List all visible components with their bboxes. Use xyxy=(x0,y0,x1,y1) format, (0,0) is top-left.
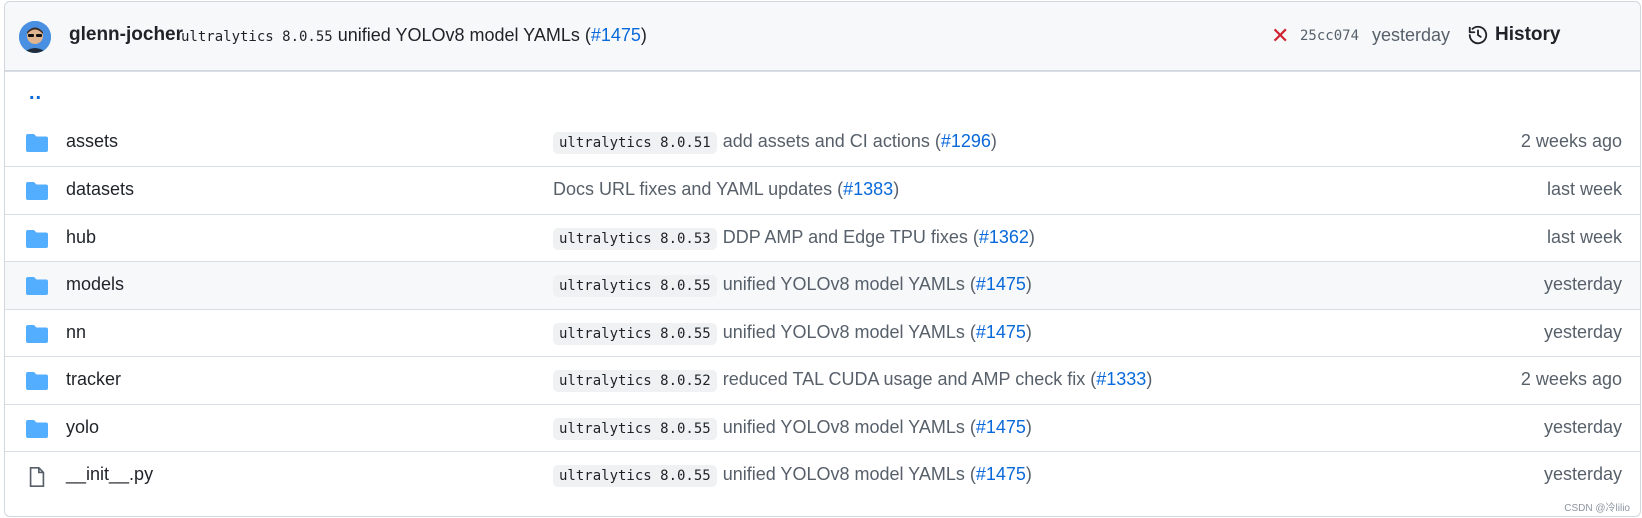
history-label: History xyxy=(1495,24,1561,45)
history-icon xyxy=(1468,25,1488,45)
file-name-link[interactable]: datasets xyxy=(66,179,134,200)
file-name-link[interactable]: models xyxy=(66,274,124,295)
commit-message-end: ) xyxy=(893,179,900,199)
folder-icon xyxy=(25,133,49,158)
commit-message-link[interactable]: ultralytics 8.0.55 unified YOLOv8 model Y… xyxy=(553,274,1032,297)
parent-directory-link[interactable]: .. xyxy=(29,82,42,105)
commit-message-link[interactable]: Docs URL fixes and YAML updates (#1383) xyxy=(553,179,899,200)
pr-link[interactable]: #1383 xyxy=(843,179,893,199)
author-avatar[interactable] xyxy=(19,21,51,53)
folder-icon xyxy=(25,276,49,301)
commit-message-text: unified YOLOv8 model YAMLs ( xyxy=(722,464,976,484)
commit-message-end: ) xyxy=(1025,274,1032,294)
file-row[interactable]: tracker ultralytics 8.0.52 reduced TAL CUD… xyxy=(5,356,1640,404)
file-name-link[interactable]: hub xyxy=(66,227,96,248)
pr-link[interactable]: #1475 xyxy=(976,464,1026,484)
commit-time: yesterday xyxy=(1543,416,1622,437)
pr-link[interactable]: #1333 xyxy=(1096,369,1146,389)
parent-directory-row[interactable]: .. xyxy=(5,71,1640,119)
pr-link[interactable]: #1475 xyxy=(976,274,1026,294)
file-row[interactable]: hub ultralytics 8.0.53 DDP AMP and Edge TP… xyxy=(5,213,1640,262)
file-row[interactable]: datasets Docs URL fixes and YAML updates … xyxy=(5,166,1640,214)
commit-tag: ultralytics 8.0.55 xyxy=(553,465,717,487)
folder-icon xyxy=(25,181,49,206)
commit-author-link[interactable]: glenn-jocher xyxy=(69,24,183,46)
file-browser: glenn-jocher ultralytics 8.0.55 unified … xyxy=(4,1,1641,517)
commit-tag: ultralytics 8.0.55 xyxy=(553,322,717,345)
file-row[interactable]: nn ultralytics 8.0.55 unified YOLOv8 model… xyxy=(5,308,1640,357)
latest-commit-message[interactable]: ultralytics 8.0.55 unified YOLOv8 model … xyxy=(181,25,647,46)
commit-message-end: ) xyxy=(1025,464,1032,484)
commit-sha-link[interactable]: 25cc074 xyxy=(1300,28,1359,44)
commit-time: yesterday xyxy=(1543,321,1622,342)
commit-message-link[interactable]: ultralytics 8.0.55 unified YOLOv8 model Y… xyxy=(553,416,1032,440)
commit-message-link[interactable]: ultralytics 8.0.51 add assets and CI acti… xyxy=(553,130,997,154)
pr-link[interactable]: #1296 xyxy=(941,131,991,151)
commit-message-text: unified YOLOv8 model YAMLs ( xyxy=(722,321,976,342)
watermark: CSDN @冷lilio xyxy=(1564,503,1630,514)
commit-tag: ultralytics 8.0.53 xyxy=(553,227,717,250)
commit-time: yesterday xyxy=(1543,274,1622,294)
file-name-link[interactable]: assets xyxy=(66,131,118,152)
commit-tag: ultralytics 8.0.52 xyxy=(553,370,717,392)
ci-failed-icon[interactable]: ✕ xyxy=(1271,24,1291,48)
commit-message-link[interactable]: ultralytics 8.0.53 DDP AMP and Edge TPU f… xyxy=(553,226,1035,250)
commit-message-end: ) xyxy=(1146,369,1153,389)
commit-message-text: Docs URL fixes and YAML updates ( xyxy=(553,179,844,199)
file-name-link[interactable]: __init__.py xyxy=(66,464,153,485)
commit-time: last week xyxy=(1546,226,1622,247)
commit-message-link[interactable]: ultralytics 8.0.55 unified YOLOv8 model Y… xyxy=(553,464,1032,487)
pr-link[interactable]: #1475 xyxy=(591,25,641,45)
commit-message-text: unified YOLOv8 model YAMLs ( xyxy=(337,25,591,45)
commit-message-end: ) xyxy=(640,25,647,45)
latest-commit-bar: glenn-jocher ultralytics 8.0.55 unified … xyxy=(5,2,1640,71)
commit-message-text: DDP AMP and Edge TPU fixes ( xyxy=(722,226,979,247)
commit-time: last week xyxy=(1546,179,1622,199)
commit-time: 2 weeks ago xyxy=(1520,369,1622,389)
pr-link[interactable]: #1475 xyxy=(976,417,1026,437)
file-name-link[interactable]: yolo xyxy=(66,417,99,438)
commit-message-end: ) xyxy=(1025,321,1032,342)
commit-tag: ultralytics 8.0.51 xyxy=(553,131,717,154)
file-row[interactable]: yolo ultralytics 8.0.55 unified YOLOv8 mod… xyxy=(5,403,1640,452)
pr-link[interactable]: #1475 xyxy=(976,322,1026,342)
file-row[interactable]: assets ultralytics 8.0.51 add assets and C… xyxy=(5,119,1640,167)
commit-message-end: ) xyxy=(1025,416,1032,437)
file-name-link[interactable]: nn xyxy=(66,322,86,343)
commit-tag: ultralytics 8.0.55 xyxy=(553,417,717,440)
commit-message-end: ) xyxy=(1028,226,1035,247)
pr-link[interactable]: #1362 xyxy=(979,227,1029,247)
commit-message-text: unified YOLOv8 model YAMLs ( xyxy=(722,274,976,294)
commit-message-text: reduced TAL CUDA usage and AMP check fix… xyxy=(722,369,1097,389)
commit-message-text: unified YOLOv8 model YAMLs ( xyxy=(722,416,976,437)
commit-tag: ultralytics 8.0.55 xyxy=(181,29,333,45)
file-icon xyxy=(25,466,49,493)
file-row[interactable]: models ultralytics 8.0.55 unified YOLOv8 m… xyxy=(5,261,1640,309)
commit-tag: ultralytics 8.0.55 xyxy=(553,275,717,297)
commit-time: 2 weeks ago xyxy=(1520,130,1622,151)
file-row[interactable]: __init__.py ultralytics 8.0.55 unified YOL… xyxy=(5,451,1640,499)
folder-icon xyxy=(25,419,49,444)
folder-icon xyxy=(25,229,49,254)
commit-message-link[interactable]: ultralytics 8.0.52 reduced TAL CUDA usage… xyxy=(553,369,1153,392)
commit-message-text: add assets and CI actions ( xyxy=(722,130,941,151)
folder-icon xyxy=(25,371,49,396)
history-button[interactable]: History xyxy=(1467,24,1560,46)
commit-message-link[interactable]: ultralytics 8.0.55 unified YOLOv8 model Y… xyxy=(553,321,1032,345)
commit-time: yesterday xyxy=(1543,464,1622,484)
commit-time: yesterday xyxy=(1372,25,1451,45)
folder-icon xyxy=(25,324,49,349)
commit-message-end: ) xyxy=(990,130,997,151)
file-name-link[interactable]: tracker xyxy=(66,369,121,390)
